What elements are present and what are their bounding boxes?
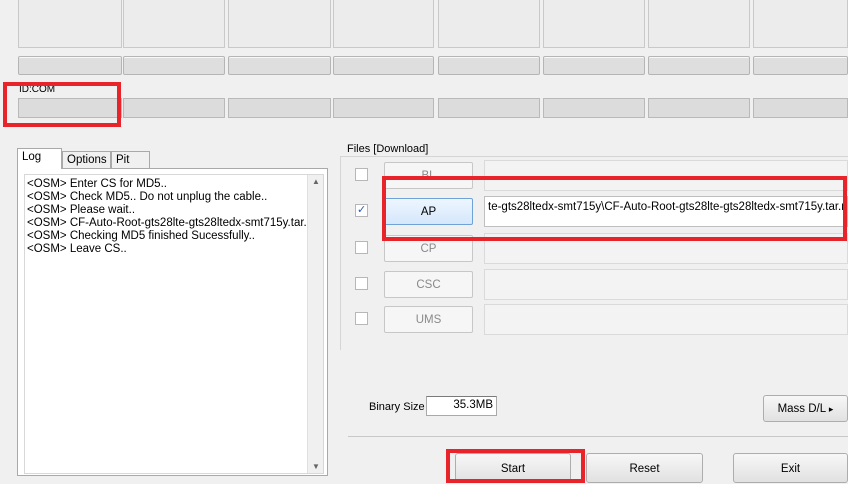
binary-size-label: Binary Size — [369, 401, 425, 413]
scroll-up-icon[interactable]: ▲ — [312, 177, 320, 186]
port-progress-bar — [18, 56, 122, 75]
csc-file-button[interactable]: CSC — [384, 271, 473, 298]
ums-checkbox[interactable] — [355, 312, 368, 325]
id-com-cell — [123, 98, 225, 118]
id-com-cell — [228, 98, 331, 118]
log-line: <OSM> CF-Auto-Root-gts28lte-gts28ltedx-s… — [27, 217, 317, 229]
tab-pit[interactable]: Pit — [111, 151, 150, 169]
binary-size-value: 35.3MB — [453, 399, 493, 411]
csc-file-path[interactable] — [484, 269, 848, 300]
tab-options-label: Options — [67, 154, 107, 166]
port-slot — [18, 0, 122, 48]
ap-checkbox[interactable] — [355, 203, 368, 217]
tab-options[interactable]: Options — [62, 151, 111, 169]
port-slot — [438, 0, 540, 48]
ums-file-button[interactable]: UMS — [384, 306, 473, 333]
scroll-down-icon[interactable]: ▼ — [312, 462, 320, 471]
port-progress-bar — [438, 56, 540, 75]
id-com-cell — [333, 98, 434, 118]
log-line: <OSM> Enter CS for MD5.. — [27, 178, 167, 190]
ums-label: UMS — [415, 314, 442, 326]
port-slot — [543, 0, 645, 48]
log-scrollbar[interactable]: ▲ ▼ — [307, 175, 323, 473]
arrow-right-icon: ▸ — [828, 404, 834, 414]
id-com-cell — [648, 98, 750, 118]
log-textarea[interactable]: <OSM> Enter CS for MD5.. <OSM> Check MD5.… — [24, 174, 324, 474]
port-progress-bar — [123, 56, 225, 75]
ums-file-path[interactable] — [484, 304, 848, 335]
log-line: <OSM> Please wait.. — [27, 204, 136, 216]
log-line: <OSM> Check MD5.. Do not unplug the cabl… — [27, 191, 268, 203]
highlight-id-com — [3, 82, 121, 127]
exit-label: Exit — [780, 463, 801, 475]
mass-dl-button[interactable]: Mass D/L ▸ — [763, 395, 848, 422]
port-progress-bar — [648, 56, 750, 75]
port-slot — [333, 0, 434, 48]
log-line: <OSM> Leave CS.. — [27, 243, 127, 255]
binary-size-field: 35.3MB — [426, 396, 497, 416]
csc-label: CSC — [416, 279, 441, 291]
cp-label: CP — [420, 243, 437, 255]
bl-checkbox[interactable] — [355, 168, 368, 181]
port-progress-bar — [228, 56, 331, 75]
highlight-start-button — [446, 449, 585, 483]
tab-pit-label: Pit — [116, 154, 130, 166]
port-slot — [228, 0, 331, 48]
id-com-cell — [438, 98, 540, 118]
mass-dl-label: Mass D/L — [777, 403, 826, 415]
id-com-cell — [753, 98, 848, 118]
csc-checkbox[interactable] — [355, 277, 368, 290]
tab-log[interactable]: Log — [17, 148, 62, 169]
log-panel: <OSM> Enter CS for MD5.. <OSM> Check MD5.… — [17, 168, 328, 476]
reset-button[interactable]: Reset — [586, 453, 703, 483]
log-line: <OSM> Checking MD5 finished Sucessfully.… — [27, 230, 255, 242]
reset-label: Reset — [629, 463, 660, 475]
tab-log-label: Log — [22, 151, 42, 163]
id-com-cell — [543, 98, 645, 118]
highlight-ap-row — [382, 176, 847, 241]
port-progress-bar — [333, 56, 434, 75]
files-download-title: Files [Download] — [347, 143, 429, 155]
port-progress-bar — [753, 56, 848, 75]
port-slot — [753, 0, 848, 48]
bottom-separator — [348, 436, 848, 437]
exit-button[interactable]: Exit — [733, 453, 848, 483]
port-progress-bar — [543, 56, 645, 75]
port-slot — [648, 0, 750, 48]
log-lines: <OSM> Enter CS for MD5.. <OSM> Check MD5.… — [25, 175, 323, 256]
port-slot — [123, 0, 225, 48]
cp-checkbox[interactable] — [355, 241, 368, 254]
